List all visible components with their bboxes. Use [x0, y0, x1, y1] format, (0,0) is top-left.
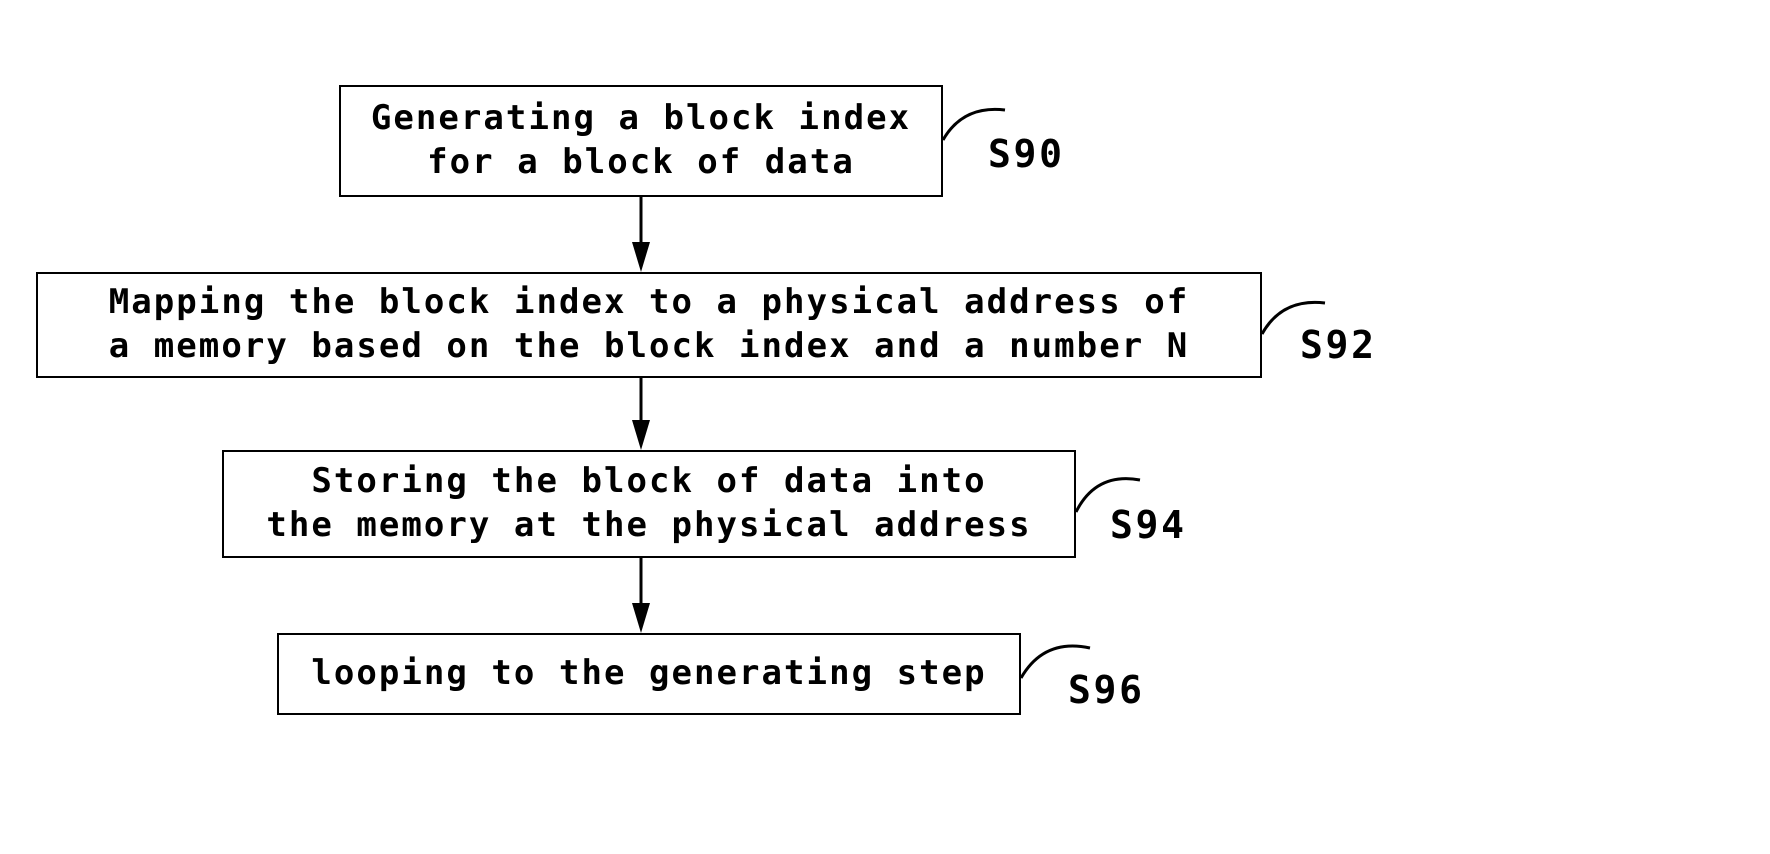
connector-s90-s92 — [632, 197, 650, 272]
process-box-s90-line-2: for a block of data — [427, 142, 855, 182]
step-ref-s94: S94 — [1110, 503, 1187, 547]
process-box-s90-line-1: Generating a block index — [370, 98, 912, 139]
process-box-s94-line-1: Storing the block of data into — [311, 461, 987, 502]
process-box-s92-line-1: Mapping the block index to a physical ad… — [108, 282, 1190, 323]
connector-s92-s94 — [632, 378, 650, 450]
process-box-s96-line-1: looping to the generating step — [311, 653, 987, 694]
figure-canvas: Generating a block index for a block of … — [0, 0, 1770, 854]
connector-s94-s96 — [632, 558, 650, 633]
process-box-s92[interactable]: Mapping the block index to a physical ad… — [36, 272, 1262, 378]
step-ref-s90: S90 — [988, 132, 1065, 176]
step-ref-s96: S96 — [1068, 668, 1145, 712]
process-box-s96[interactable]: looping to the generating step — [277, 633, 1021, 715]
process-box-s92-line-2: a memory based on the block index and a … — [108, 326, 1190, 366]
process-box-s90[interactable]: Generating a block index for a block of … — [339, 85, 943, 197]
process-box-s94-line-2: the memory at the physical address — [266, 505, 1032, 545]
process-box-s94[interactable]: Storing the block of data into the memor… — [222, 450, 1076, 558]
step-ref-s92: S92 — [1300, 323, 1377, 367]
